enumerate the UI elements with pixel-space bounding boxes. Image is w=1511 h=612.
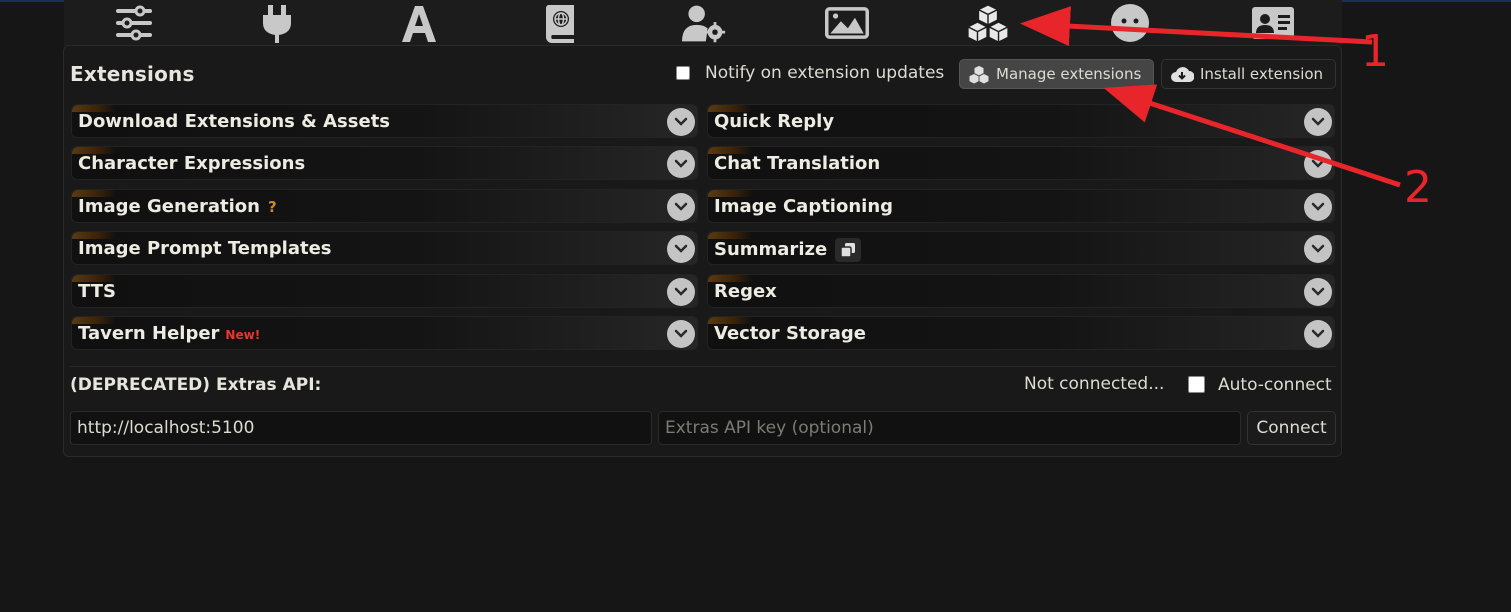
- extras-url-input[interactable]: [70, 411, 652, 445]
- install-extension-button[interactable]: Install extension: [1161, 59, 1336, 89]
- auto-connect-label: Auto-connect: [1218, 375, 1332, 395]
- drawer-label: Regex: [714, 281, 777, 302]
- drawer-label: Image Captioning: [714, 196, 894, 217]
- book-globe-icon[interactable]: [539, 2, 583, 44]
- copy-icon[interactable]: [835, 238, 862, 262]
- robot-face-icon[interactable]: [1108, 2, 1152, 44]
- drawer-image-prompt-templates[interactable]: Image Prompt Templates: [71, 231, 698, 265]
- drawer-vector-storage[interactable]: Vector Storage: [707, 316, 1335, 350]
- drawer-label: Image Prompt Templates: [78, 238, 332, 259]
- sliders-icon[interactable]: [112, 2, 156, 44]
- extensions-title: Extensions: [70, 62, 195, 86]
- annotation-label-1: 1: [1361, 26, 1389, 77]
- user-gear-icon[interactable]: [682, 2, 726, 44]
- image-icon[interactable]: [825, 2, 869, 44]
- drawer-label: Image Generation?: [78, 196, 277, 217]
- annotation-label-2: 2: [1404, 162, 1432, 213]
- drawer-label-text: Image Generation: [78, 196, 260, 217]
- drawer-label: Download Extensions & Assets: [78, 111, 391, 132]
- chevron-down-icon[interactable]: [667, 235, 695, 263]
- notify-updates-checkbox[interactable]: [676, 66, 690, 80]
- cubes-icon[interactable]: [966, 2, 1010, 44]
- drawer-download-extensions[interactable]: Download Extensions & Assets: [71, 104, 698, 138]
- drawer-image-generation[interactable]: Image Generation?: [71, 189, 698, 223]
- drawer-chat-translation[interactable]: Chat Translation: [707, 146, 1335, 180]
- font-icon[interactable]: [397, 2, 441, 44]
- id-card-icon[interactable]: [1251, 2, 1295, 44]
- drawer-label: Character Expressions: [78, 153, 306, 174]
- drawer-tts[interactable]: TTS: [71, 274, 698, 308]
- chevron-down-icon[interactable]: [1304, 108, 1332, 136]
- install-extension-label: Install extension: [1200, 65, 1324, 83]
- chevron-down-icon[interactable]: [667, 150, 695, 178]
- auto-connect-checkbox[interactable]: [1188, 376, 1205, 393]
- chevron-down-icon[interactable]: [1304, 150, 1332, 178]
- drawer-summarize[interactable]: Summarize: [707, 231, 1335, 265]
- drawer-label: Quick Reply: [714, 111, 835, 132]
- help-icon[interactable]: ?: [268, 198, 277, 216]
- drawer-regex[interactable]: Regex: [707, 274, 1335, 308]
- drawer-image-captioning[interactable]: Image Captioning: [707, 189, 1335, 223]
- drawer-label: Vector Storage: [714, 323, 866, 344]
- connection-status: Not connected...: [1024, 374, 1165, 394]
- cloud-download-icon: [1171, 67, 1194, 82]
- extras-api-title: (DEPRECATED) Extras API:: [70, 375, 322, 395]
- plug-icon[interactable]: [255, 2, 299, 44]
- chevron-down-icon[interactable]: [1304, 320, 1332, 348]
- cubes-icon: [969, 65, 989, 84]
- drawer-label-text: Summarize: [714, 239, 828, 260]
- manage-extensions-label: Manage extensions: [996, 65, 1142, 83]
- chevron-down-icon[interactable]: [667, 320, 695, 348]
- drawer-quick-reply[interactable]: Quick Reply: [707, 104, 1335, 138]
- drawer-label: Summarize: [714, 238, 862, 262]
- drawer-character-expressions[interactable]: Character Expressions: [71, 146, 698, 180]
- chevron-down-icon[interactable]: [1304, 235, 1332, 263]
- manage-extensions-button[interactable]: Manage extensions: [959, 59, 1154, 89]
- section-divider: [70, 366, 1336, 367]
- connect-button[interactable]: Connect: [1247, 411, 1336, 445]
- chevron-down-icon[interactable]: [1304, 193, 1332, 221]
- chevron-down-icon[interactable]: [667, 108, 695, 136]
- new-badge: New!: [225, 328, 261, 342]
- drawer-tavern-helper[interactable]: Tavern Helper New!: [71, 316, 698, 350]
- chevron-down-icon[interactable]: [1304, 278, 1332, 306]
- drawer-label: TTS: [78, 281, 116, 302]
- chevron-down-icon[interactable]: [667, 193, 695, 221]
- notify-updates-label: Notify on extension updates: [705, 63, 945, 83]
- drawer-label: Tavern Helper New!: [78, 323, 260, 344]
- drawer-label-text: Tavern Helper: [78, 323, 220, 344]
- extras-api-key-input[interactable]: [658, 411, 1241, 445]
- drawer-label: Chat Translation: [714, 153, 881, 174]
- chevron-down-icon[interactable]: [667, 278, 695, 306]
